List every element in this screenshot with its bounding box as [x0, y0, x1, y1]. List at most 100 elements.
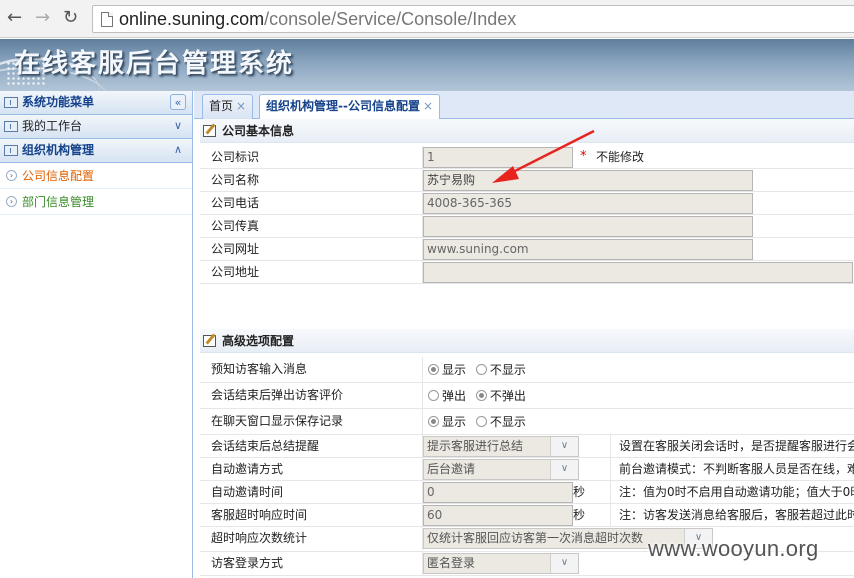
- close-tab-icon[interactable]: ×: [236, 99, 246, 113]
- forward-arrow-icon[interactable]: →: [35, 8, 50, 28]
- tab-label: 组织机构管理--公司信息配置: [266, 99, 420, 113]
- field-label: 公司电话: [211, 196, 260, 210]
- required-mark: *: [580, 149, 587, 164]
- field-label: 超时响应次数统计: [211, 531, 308, 545]
- field-description: 注：访客发送消息给客服后，客服若超过此时: [610, 504, 854, 527]
- section-header-advanced: 高级选项配置: [200, 329, 854, 353]
- form-row-summary-reminder: 会话结束后总结提醒 提示客服进行总结 ∨ 设置在客服关闭会话时，是否提醒客服进行会: [200, 435, 854, 458]
- radio-unchecked-icon: [475, 416, 487, 427]
- field-label: 公司标识: [211, 150, 260, 164]
- field-label: 客服超时响应时间: [211, 508, 308, 522]
- form-row-invite-method: 自动邀请方式 后台邀请 ∨ 前台邀请模式：不判断客服人员是否在线，难: [200, 458, 854, 481]
- field-description: 前台邀请模式：不判断客服人员是否在线，难: [610, 458, 854, 481]
- field-label: 自动邀请方式: [211, 462, 284, 476]
- radio-checked-icon: [428, 364, 439, 375]
- browser-toolbar: ← → ↻ online.suning.com/console/Service/…: [0, 0, 854, 38]
- radio-no-popup[interactable]: 不弹出: [475, 389, 526, 403]
- tab-label: 首页: [209, 99, 234, 113]
- url-text: online.suning.com/console/Service/Consol…: [119, 9, 517, 29]
- radio-popup[interactable]: 弹出: [428, 389, 466, 403]
- field-label: 公司传真: [211, 219, 260, 233]
- sidebar-item-company-config[interactable]: › 公司信息配置: [0, 163, 192, 189]
- form-row-company-id: 公司标识 1 * 不能修改: [200, 146, 854, 169]
- sidebar-header-title: 系统功能菜单: [22, 95, 95, 109]
- invite-time-field[interactable]: 0: [423, 482, 573, 503]
- sidebar-item-dept-management[interactable]: › 部门信息管理: [0, 189, 192, 215]
- field-description: 设置在客服关闭会话时，是否提醒客服进行会: [610, 435, 854, 458]
- section-title: 高级选项配置: [222, 334, 295, 348]
- workbench-panel-icon: [4, 121, 18, 132]
- form-row-invite-time: 自动邀请时间 0 秒 注：值为0时不启用自动邀请功能；值大于0时: [200, 481, 854, 504]
- visitor-login-select[interactable]: 匿名登录 ∨: [423, 553, 579, 574]
- radio-checked-icon: [428, 416, 439, 427]
- form-row-preview-input: 预知访客输入消息 显示 不显示: [200, 357, 854, 383]
- chevron-right-icon: ›: [6, 196, 17, 207]
- section-spacer: [200, 286, 854, 330]
- collapse-icon[interactable]: ∧: [170, 142, 186, 158]
- radio-unchecked-icon: [428, 390, 439, 401]
- radio-show[interactable]: 显示: [428, 415, 466, 429]
- field-label: 预知访客输入消息: [211, 362, 308, 376]
- radio-unchecked-icon: [475, 364, 487, 375]
- sidebar-item-label: 部门信息管理: [22, 195, 95, 209]
- chevron-down-icon[interactable]: ∨: [550, 554, 578, 573]
- field-label: 公司名称: [211, 173, 260, 187]
- collapse-sidebar-icon[interactable]: «: [170, 94, 186, 110]
- radio-hide[interactable]: 不显示: [475, 415, 526, 429]
- watermark-text: www.wooyun.org: [648, 536, 819, 561]
- section-header-basic: 公司基本信息: [200, 119, 854, 143]
- menu-panel-icon: [4, 97, 18, 108]
- tab-home[interactable]: 首页 ×: [202, 94, 254, 119]
- form-row-company-website: 公司网址 www.suning.com: [200, 238, 854, 261]
- close-tab-icon[interactable]: ×: [423, 99, 433, 113]
- main-content: 首页 × 组织机构管理--公司信息配置 × 公司基本信息 公司标识 1 * 不能修改…: [194, 91, 854, 578]
- radio-checked-icon: [475, 390, 487, 401]
- system-title: 在线客服后台管理系统: [14, 49, 295, 79]
- expand-icon[interactable]: ∨: [170, 118, 186, 134]
- field-label: 公司地址: [211, 265, 260, 279]
- org-panel-icon: [4, 145, 18, 156]
- chevron-down-icon[interactable]: ∨: [550, 460, 578, 479]
- invite-method-select[interactable]: 后台邀请 ∨: [423, 459, 579, 480]
- tab-strip: 首页 × 组织机构管理--公司信息配置 ×: [194, 91, 854, 120]
- unit-label: 秒: [573, 508, 586, 522]
- system-banner: 在线客服后台管理系统: [0, 39, 854, 91]
- radio-show[interactable]: 显示: [428, 363, 466, 377]
- company-fax-field[interactable]: [423, 216, 753, 237]
- field-label: 会话结束后总结提醒: [211, 439, 320, 453]
- field-label: 公司网址: [211, 242, 260, 256]
- radio-hide[interactable]: 不显示: [475, 363, 526, 377]
- form-row-popup-evaluation: 会话结束后弹出访客评价 弹出 不弹出: [200, 383, 854, 409]
- company-website-field[interactable]: www.suning.com: [423, 239, 753, 260]
- address-bar[interactable]: online.suning.com/console/Service/Consol…: [92, 5, 854, 33]
- tab-company-config[interactable]: 组织机构管理--公司信息配置 ×: [259, 94, 441, 120]
- summary-reminder-select[interactable]: 提示客服进行总结 ∨: [423, 436, 579, 457]
- form-row-company-fax: 公司传真: [200, 215, 854, 238]
- chevron-right-icon: ›: [6, 170, 17, 181]
- panel-my-workbench[interactable]: 我的工作台 ∨: [0, 115, 192, 139]
- page-icon: [101, 12, 113, 27]
- company-name-field[interactable]: 苏宁易购: [423, 170, 753, 191]
- field-description: 注：值为0时不启用自动邀请功能；值大于0时: [610, 481, 854, 504]
- field-label: 在聊天窗口显示保存记录: [211, 414, 344, 428]
- section-title: 公司基本信息: [222, 124, 295, 138]
- sidebar: 系统功能菜单 « 我的工作台 ∨ 组织机构管理 ∧ › 公司信息配置 › 部门信…: [0, 91, 193, 578]
- unit-label: 秒: [573, 485, 586, 499]
- chevron-down-icon[interactable]: ∨: [550, 437, 578, 456]
- company-address-field[interactable]: [423, 262, 853, 283]
- field-label: 访客登录方式: [211, 556, 284, 570]
- sidebar-header: 系统功能菜单 «: [0, 91, 192, 115]
- company-phone-field[interactable]: 4008-365-365: [423, 193, 753, 214]
- timeout-field[interactable]: 60: [423, 505, 573, 526]
- reload-icon[interactable]: ↻: [63, 8, 78, 28]
- form-row-company-address: 公司地址: [200, 261, 854, 284]
- field-label: 自动邀请时间: [211, 485, 284, 499]
- back-arrow-icon[interactable]: ←: [7, 8, 22, 28]
- sidebar-item-label: 公司信息配置: [22, 169, 95, 183]
- panel-org-management[interactable]: 组织机构管理 ∧: [0, 139, 192, 163]
- edit-icon: [203, 125, 216, 137]
- readonly-note: 不能修改: [596, 150, 645, 164]
- edit-icon: [203, 335, 216, 347]
- form-row-show-records: 在聊天窗口显示保存记录 显示 不显示: [200, 409, 854, 435]
- form-row-timeout: 客服超时响应时间 60 秒 注：访客发送消息给客服后，客服若超过此时: [200, 504, 854, 527]
